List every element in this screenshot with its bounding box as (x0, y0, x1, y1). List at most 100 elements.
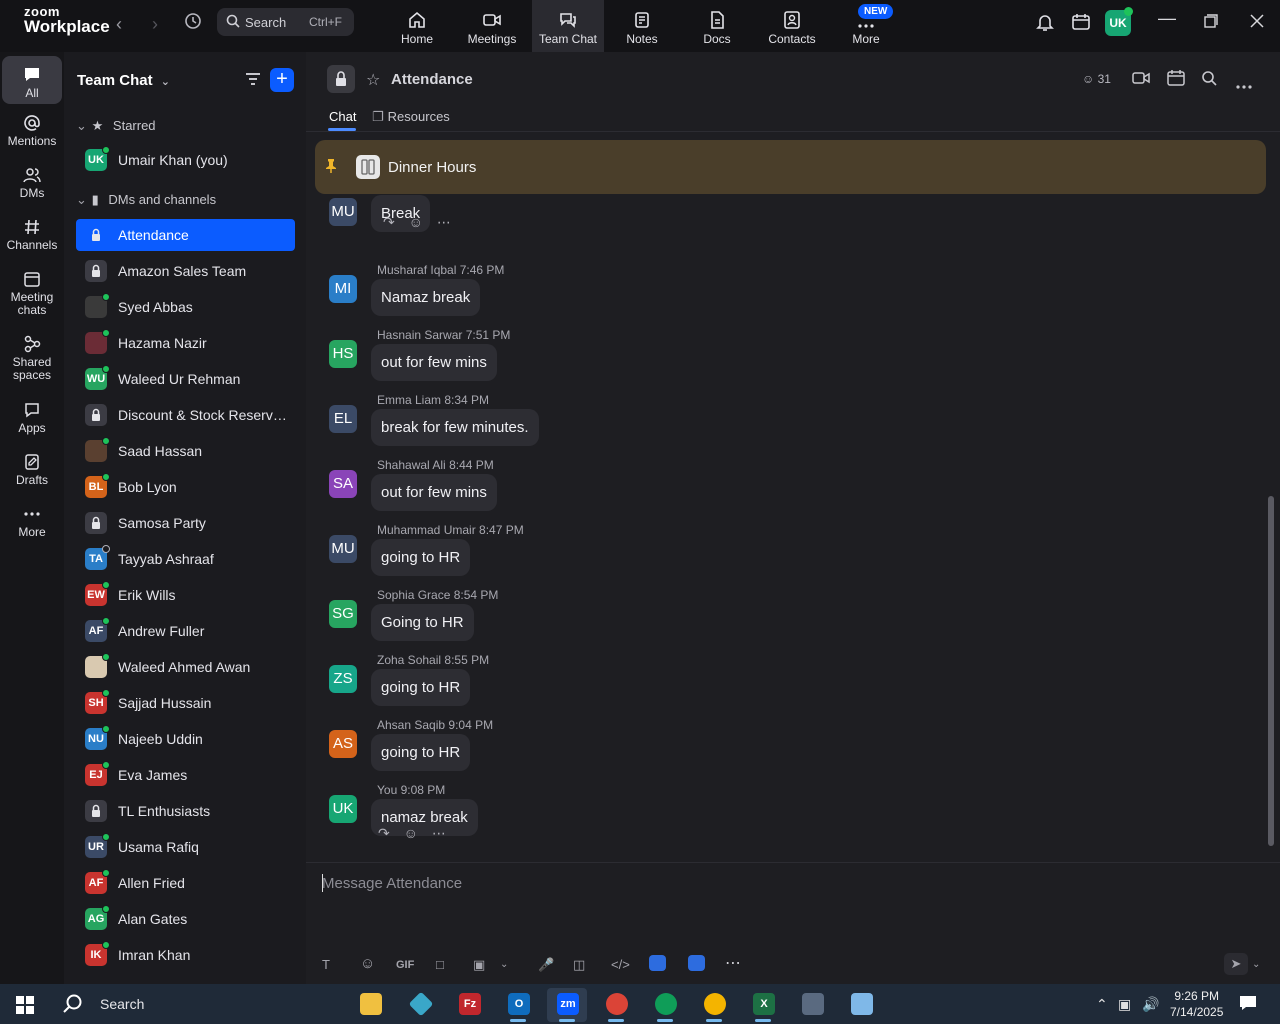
sidebar-item[interactable]: Syed Abbas (76, 291, 295, 323)
excel-icon[interactable]: X (743, 988, 783, 1022)
chevron-up-icon[interactable]: ⌃ (1096, 996, 1108, 1013)
app-shortcut-icon[interactable] (649, 955, 666, 971)
ellipsis-icon[interactable]: ⋯ (432, 825, 446, 841)
windows-start-icon[interactable] (16, 996, 34, 1019)
message-bubble[interactable]: out for few mins (371, 474, 497, 511)
chrome-icon[interactable] (596, 988, 636, 1022)
sidebar-item[interactable]: SH Sajjad Hussain (76, 687, 295, 719)
message-bubble[interactable]: Namaz break (371, 279, 481, 316)
rail-item-drafts[interactable]: Drafts (2, 453, 62, 487)
rail-item-shared-spaces[interactable]: Shared spaces (2, 335, 62, 382)
restore-icon[interactable] (1204, 12, 1218, 33)
sidebar-item[interactable]: Attendance (76, 219, 295, 251)
tab-home[interactable]: Home (381, 0, 453, 52)
app-pen-icon[interactable] (841, 988, 881, 1022)
send-icon[interactable]: ➤ (1224, 953, 1248, 975)
chat-message[interactable]: HS Hasnain Sarwar 7:51 PM out for few mins (306, 328, 1206, 390)
network-icon[interactable]: ▣ (1118, 996, 1131, 1013)
rail-item-mentions[interactable]: Mentions (2, 114, 62, 148)
emoji-icon[interactable]: ☺ (404, 825, 418, 841)
gif-button[interactable]: GIF (396, 959, 414, 971)
sidebar-item[interactable]: TA Tayyab Ashraaf (76, 543, 295, 575)
rail-item-channels[interactable]: Channels (2, 218, 62, 252)
chat-message[interactable]: MU Muhammad Umair 8:47 PM going to HR (306, 523, 1206, 585)
new-chat-button[interactable]: + (270, 68, 294, 92)
taskbar-clock[interactable]: 9:26 PM 7/14/2025 (1170, 988, 1223, 1020)
chat-message[interactable]: MI Musharaf Iqbal 7:46 PM Namaz break (306, 263, 1206, 325)
video-call-icon[interactable] (1132, 70, 1150, 91)
message-bubble[interactable]: Going to HR (371, 604, 474, 641)
file-icon[interactable]: □ (436, 957, 444, 972)
avatar[interactable]: AS (329, 730, 357, 758)
sidebar-item[interactable]: BL Bob Lyon (76, 471, 295, 503)
reply-icon[interactable]: ↷ (378, 825, 390, 841)
emoji-icon[interactable]: ☺ (360, 955, 375, 972)
chat-message[interactable]: EL Emma Liam 8:34 PM break for few minutes… (306, 393, 1206, 455)
search-icon[interactable] (1201, 70, 1217, 91)
rail-item-all[interactable]: All (2, 56, 62, 104)
history-icon[interactable] (184, 12, 202, 35)
sidebar-item[interactable]: AF Allen Fried (76, 867, 295, 899)
avatar[interactable]: UK (329, 795, 357, 823)
avatar[interactable]: MU (329, 535, 357, 563)
ellipsis-icon[interactable] (1236, 76, 1252, 94)
avatar[interactable]: HS (329, 340, 357, 368)
forward-icon[interactable]: › (152, 14, 158, 35)
avatar[interactable]: ZS (329, 665, 357, 693)
avatar[interactable]: SA (329, 470, 357, 498)
tab-team-chat[interactable]: Team Chat (532, 0, 604, 52)
sidebar-item[interactable]: Discount & Stock Reservati... (76, 399, 295, 431)
emoji-icon[interactable]: ☺ (409, 214, 423, 230)
file-explorer-icon[interactable] (350, 988, 390, 1022)
sidebar-item[interactable]: Hazama Nazir (76, 327, 295, 359)
rail-item-meeting-chats[interactable]: Meeting chats (2, 270, 62, 317)
message-bubble[interactable]: going to HR (371, 669, 471, 706)
sidebar-item[interactable]: TL Enthusiasts (76, 795, 295, 827)
rail-item-apps[interactable]: Apps (2, 401, 62, 435)
message-composer[interactable]: Message Attendance T ☺ GIF □ ▣ ⌄ 🎤 ◫ </>… (306, 862, 1280, 984)
code-icon[interactable]: </> (611, 957, 630, 972)
section-dms-channels[interactable]: ⌄ ▮ DMs and channels (76, 192, 216, 208)
format-text-icon[interactable]: T (322, 957, 330, 972)
sidebar-item[interactable]: UK Umair Khan (you) (76, 144, 295, 176)
avatar[interactable]: SG (329, 600, 357, 628)
video-message-icon[interactable]: ◫ (573, 957, 585, 973)
message-bubble[interactable]: out for few mins (371, 344, 497, 381)
tab-meetings[interactable]: Meetings (456, 0, 528, 52)
notifications-icon[interactable] (1239, 994, 1257, 1015)
zoom-taskbar-icon[interactable]: zm (547, 988, 587, 1022)
avatar[interactable]: EL (329, 405, 357, 433)
taskbar-search-label[interactable]: Search (100, 996, 144, 1012)
reply-icon[interactable]: ↷ (383, 214, 395, 230)
chat-message[interactable]: SG Sophia Grace 8:54 PM Going to HR (306, 588, 1206, 650)
sidebar-item[interactable]: Samosa Party (76, 507, 295, 539)
sidebar-item[interactable]: Waleed Ahmed Awan (76, 651, 295, 683)
avatar[interactable]: MU (329, 198, 357, 226)
section-starred[interactable]: ⌄ ★ Starred (76, 118, 156, 134)
calculator-icon[interactable] (792, 988, 832, 1022)
message-bubble[interactable]: break for few minutes. (371, 409, 539, 446)
chat-message[interactable]: SA Shahawal Ali 8:44 PM out for few mins (306, 458, 1206, 520)
microphone-icon[interactable]: 🎤 (538, 957, 554, 973)
sidebar-item[interactable]: EW Erik Wills (76, 579, 295, 611)
chat-message[interactable]: AS Ahsan Saqib 9:04 PM going to HR (306, 718, 1206, 780)
sidebar-item[interactable]: EJ Eva James (76, 759, 295, 791)
star-icon[interactable]: ☆ (366, 70, 380, 90)
search-input[interactable]: Search Ctrl+F (217, 8, 354, 36)
chrome-icon[interactable] (694, 988, 734, 1022)
outlook-icon[interactable]: O (498, 988, 538, 1022)
channel-title[interactable]: Attendance (391, 71, 473, 88)
close-icon[interactable] (1250, 12, 1264, 33)
tab-resources[interactable]: ❐ Resources (372, 109, 450, 125)
sidebar-item[interactable]: NU Najeeb Uddin (76, 723, 295, 755)
volume-icon[interactable]: 🔊 (1142, 996, 1159, 1013)
calendar-app-icon[interactable] (1071, 12, 1091, 37)
avatar[interactable]: MI (329, 275, 357, 303)
chrome-icon[interactable] (645, 988, 685, 1022)
sidebar-item[interactable]: IK Imran Khan (76, 939, 295, 971)
chevron-down-icon[interactable]: ⌄ (500, 959, 508, 970)
rail-item-more[interactable]: More (2, 505, 62, 539)
filezilla-icon[interactable]: Fz (449, 988, 489, 1022)
tab-docs[interactable]: Docs (681, 0, 753, 52)
minimize-icon[interactable]: — (1158, 8, 1176, 29)
